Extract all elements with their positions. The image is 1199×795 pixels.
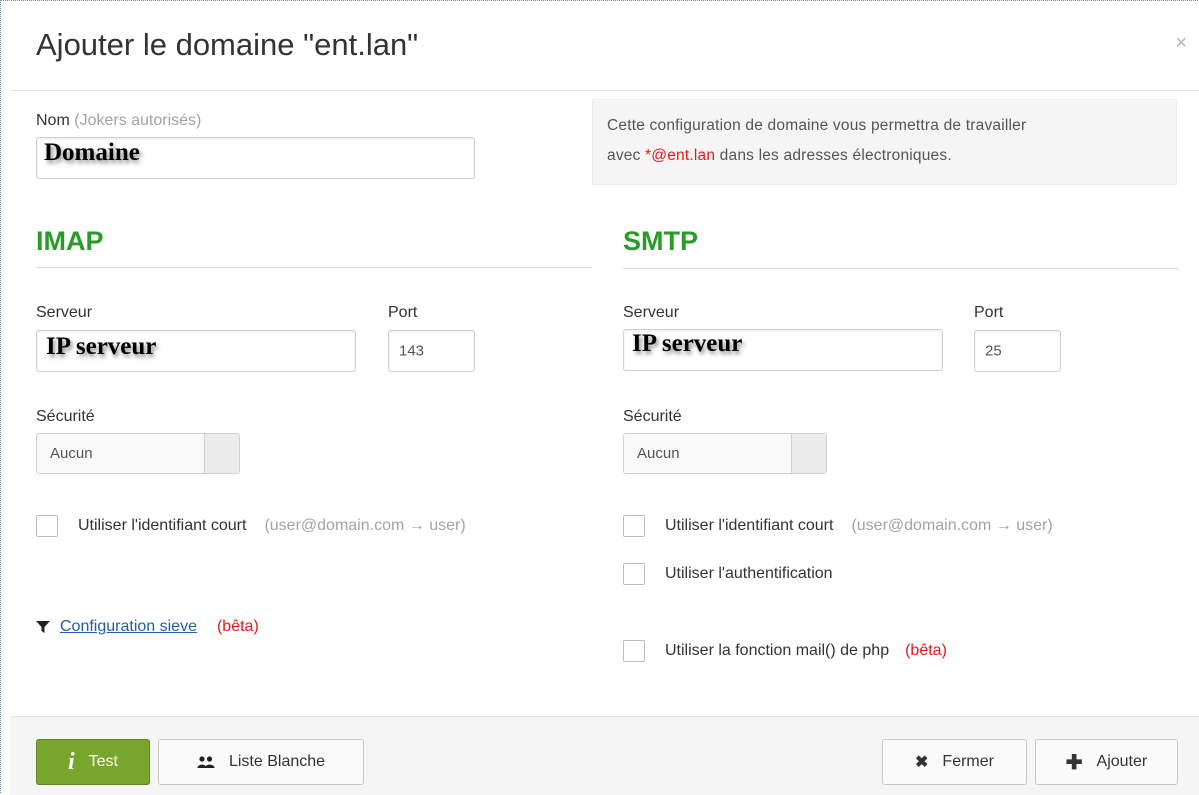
smtp-port-input[interactable]: 25: [974, 330, 1061, 372]
close-button[interactable]: ✖ Fermer: [882, 739, 1027, 785]
sieve-config: Configuration sieve (bêta): [36, 618, 259, 636]
plus-icon: ✚: [1065, 751, 1083, 774]
close-icon[interactable]: ×: [1175, 32, 1187, 55]
name-label: Nom (Jokers autorisés): [36, 112, 202, 129]
times-icon: ✖: [915, 754, 929, 771]
smtp-title: SMTP: [623, 226, 699, 256]
imap-short-id-checkbox[interactable]: [36, 515, 58, 537]
domain-highlight: *@ent.lan: [645, 147, 716, 164]
test-button[interactable]: i Test: [36, 739, 150, 785]
dialog-header: Ajouter le domaine "ent.lan" ×: [10, 0, 1199, 91]
smtp-server-label: Serveur: [623, 304, 680, 321]
imap-port-label: Port: [388, 304, 418, 321]
imap-server-overlay: IP serveur: [46, 333, 157, 360]
dropdown-toggle[interactable]: [204, 434, 239, 473]
imap-short-id-row[interactable]: Utiliser l'identifiant court (user@domai…: [36, 515, 466, 537]
smtp-auth-checkbox[interactable]: [623, 563, 645, 585]
filter-icon: [36, 621, 50, 633]
imap-security-select[interactable]: Aucun: [36, 433, 240, 474]
sieve-beta-badge: (bêta): [216, 618, 259, 635]
sieve-config-link[interactable]: Configuration sieve: [60, 618, 197, 636]
php-mail-beta-badge: (bêta): [905, 642, 947, 659]
smtp-security-select[interactable]: Aucun: [623, 433, 827, 474]
info-box: Cette configuration de domaine vous perm…: [592, 99, 1177, 185]
imap-security-label: Sécurité: [36, 408, 95, 425]
imap-server-label: Serveur: [36, 304, 93, 321]
smtp-port-label: Port: [974, 304, 1004, 321]
add-button[interactable]: ✚ Ajouter: [1035, 739, 1178, 785]
whitelist-button[interactable]: Liste Blanche: [158, 739, 364, 785]
smtp-php-mail-checkbox[interactable]: [623, 640, 645, 662]
dropdown-toggle[interactable]: [791, 434, 826, 473]
domain-name-overlay: Domaine: [44, 139, 140, 166]
smtp-server-overlay: IP serveur: [632, 330, 743, 357]
imap-port-input[interactable]: 143: [388, 330, 475, 372]
imap-divider: [36, 267, 592, 268]
smtp-short-id-checkbox[interactable]: [623, 515, 645, 537]
smtp-short-id-row[interactable]: Utiliser l'identifiant court (user@domai…: [623, 515, 1053, 537]
dialog-title: Ajouter le domaine "ent.lan": [36, 27, 419, 62]
imap-title: IMAP: [36, 226, 104, 256]
info-icon: i: [67, 748, 75, 775]
users-icon: [197, 756, 215, 768]
smtp-divider: [623, 268, 1179, 269]
smtp-php-mail-row[interactable]: Utiliser la fonction mail() de php (bêta…: [623, 640, 947, 662]
smtp-security-label: Sécurité: [623, 408, 682, 425]
smtp-auth-row[interactable]: Utiliser l'authentification: [623, 563, 833, 585]
